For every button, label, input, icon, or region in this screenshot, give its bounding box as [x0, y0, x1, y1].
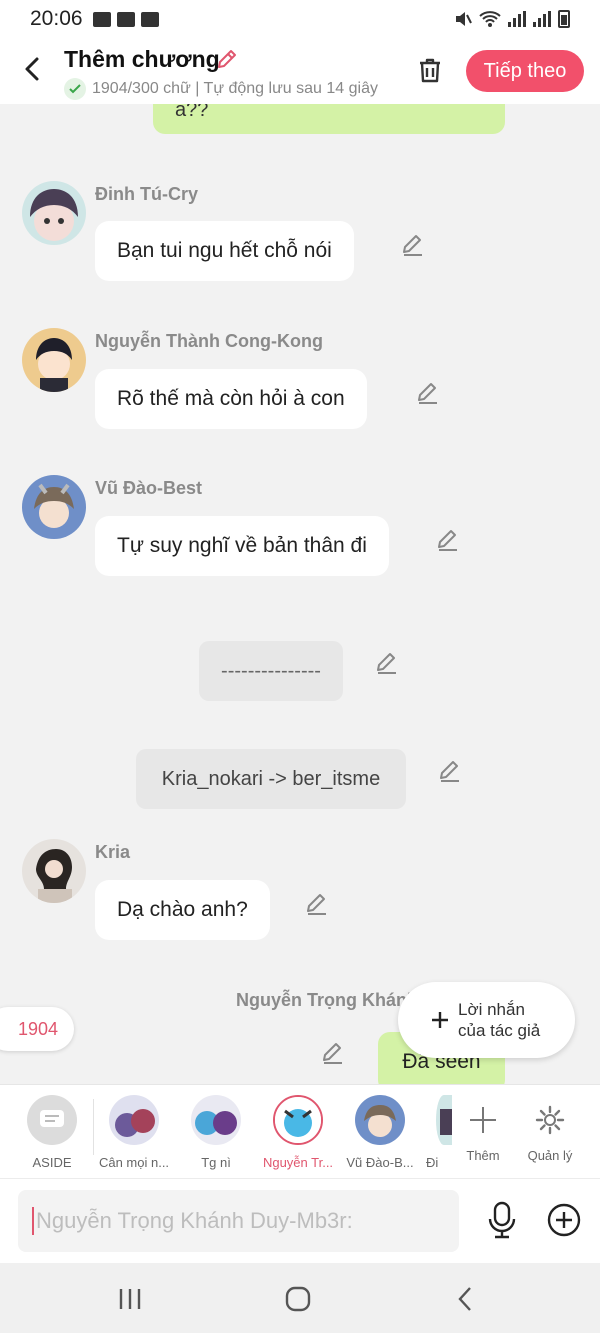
add-circle-icon[interactable]: [547, 1203, 581, 1237]
author-note-button[interactable]: Lời nhắn của tác giả: [398, 982, 575, 1058]
manage-label: Quản lý: [527, 1148, 573, 1163]
edit-message-icon[interactable]: [320, 1039, 346, 1065]
character-nguyen-trong[interactable]: Nguyễn Tr...: [261, 1095, 335, 1170]
sender-name: Nguyễn Thành Cong-Kong: [95, 331, 323, 351]
aside-bubble-divider[interactable]: ---------------: [199, 641, 343, 701]
back-arrow-icon[interactable]: [18, 54, 48, 84]
microphone-icon[interactable]: [486, 1201, 518, 1239]
mute-icon: [456, 12, 472, 26]
character-vu-dao[interactable]: Vũ Đào-B...: [343, 1095, 417, 1170]
plus-icon: [432, 1012, 448, 1028]
message-bubble[interactable]: Tự suy nghĩ về bản thân đi: [95, 516, 389, 576]
status-time: 20:06: [30, 7, 83, 30]
character-tg-ni[interactable]: Tg nì: [179, 1095, 253, 1170]
battery-icon: [558, 10, 570, 28]
message-bubble[interactable]: Dạ chào anh?: [95, 880, 270, 940]
character-avatar: [109, 1095, 159, 1145]
message-bubble-partial[interactable]: a??: [153, 104, 505, 134]
character-aside[interactable]: ASIDE: [15, 1095, 89, 1170]
save-status-text: 1904/300 chữ | Tự động lưu sau 14 giây: [92, 80, 378, 97]
avatar-dinh-tu[interactable]: [22, 181, 86, 245]
recent-apps-icon[interactable]: [112, 1281, 148, 1317]
back-nav-icon[interactable]: [448, 1281, 484, 1317]
character-label: Vũ Đào-B...: [346, 1155, 414, 1170]
message-input[interactable]: Nguyễn Trọng Khánh Duy-Mb3r:: [18, 1190, 459, 1252]
character-can-moi[interactable]: Cân mọi n...: [97, 1095, 171, 1170]
youtube-icon: [116, 11, 135, 27]
add-character-button[interactable]: Thêm: [446, 1095, 520, 1163]
character-avatar: [191, 1095, 241, 1145]
signal-icon-2: [533, 11, 551, 27]
chat-area[interactable]: a?? Đinh Tú-Cry Bạn tui ngu hết chỗ nói …: [0, 104, 600, 1084]
avatar-nguyen-thanh[interactable]: [22, 328, 86, 392]
avatar-vu-dao[interactable]: [22, 475, 86, 539]
aside-bubble-rename[interactable]: Kria_nokari -> ber_itsme: [136, 749, 406, 809]
edit-message-icon[interactable]: [304, 890, 330, 916]
app-notification-icon: [140, 11, 159, 27]
message-input-bar: Nguyễn Trọng Khánh Duy-Mb3r:: [0, 1178, 600, 1263]
character-label: Nguyễn Tr...: [262, 1155, 334, 1170]
wifi-icon: [479, 11, 501, 27]
add-character-label: Thêm: [466, 1148, 500, 1163]
check-icon: [64, 78, 86, 100]
aside-icon: [27, 1095, 77, 1145]
sender-name: Đinh Tú-Cry: [95, 184, 198, 204]
notification-icons: [92, 11, 159, 27]
word-count-pill[interactable]: 1904: [0, 1007, 74, 1051]
signal-icon: [508, 11, 526, 27]
page-title: Thêm chương: [64, 46, 220, 72]
sender-name: Nguyễn Trọng Khánh: [236, 990, 418, 1010]
manage-characters-button[interactable]: Quản lý: [513, 1095, 587, 1163]
save-status: 1904/300 chữ | Tự động lưu sau 14 giây: [64, 78, 394, 100]
character-avatar: [273, 1095, 323, 1145]
plus-icon: [470, 1107, 496, 1133]
character-avatar: [355, 1095, 405, 1145]
edit-message-icon[interactable]: [437, 757, 463, 783]
avatar-kria[interactable]: [22, 839, 86, 903]
edit-message-icon[interactable]: [435, 526, 461, 552]
trash-icon[interactable]: [414, 54, 446, 86]
home-icon[interactable]: [280, 1281, 316, 1317]
next-button[interactable]: Tiếp theo: [466, 50, 584, 92]
edit-title-icon[interactable]: [214, 46, 240, 72]
gallery-icon: [92, 11, 111, 27]
message-bubble[interactable]: Bạn tui ngu hết chỗ nói: [95, 221, 354, 281]
system-icons: [454, 10, 570, 28]
edit-message-icon[interactable]: [415, 379, 441, 405]
sender-name: Vũ Đào-Best: [95, 478, 203, 498]
edit-message-icon[interactable]: [400, 231, 426, 257]
character-label: Cân mọi n...: [98, 1155, 170, 1170]
gear-icon: [535, 1105, 565, 1135]
character-label: Tg nì: [201, 1155, 231, 1170]
text-caret: [32, 1207, 34, 1235]
character-strip: ASIDE Cân mọi n... Tg nì Nguyễn Tr... Vũ…: [0, 1084, 600, 1178]
divider: [93, 1099, 94, 1155]
editor-header: Thêm chương 1904/300 chữ | Tự động lưu s…: [0, 38, 600, 104]
status-bar: 20:06: [0, 0, 600, 38]
input-placeholder: Nguyễn Trọng Khánh Duy-Mb3r:: [36, 1208, 353, 1233]
sender-name: Kria: [95, 842, 131, 862]
character-label: ASIDE: [32, 1155, 72, 1170]
edit-message-icon[interactable]: [374, 649, 400, 675]
message-bubble[interactable]: Rõ thế mà còn hỏi à con: [95, 369, 367, 429]
author-note-label: Lời nhắn của tác giả: [458, 1000, 541, 1040]
system-nav-bar: [0, 1263, 600, 1333]
